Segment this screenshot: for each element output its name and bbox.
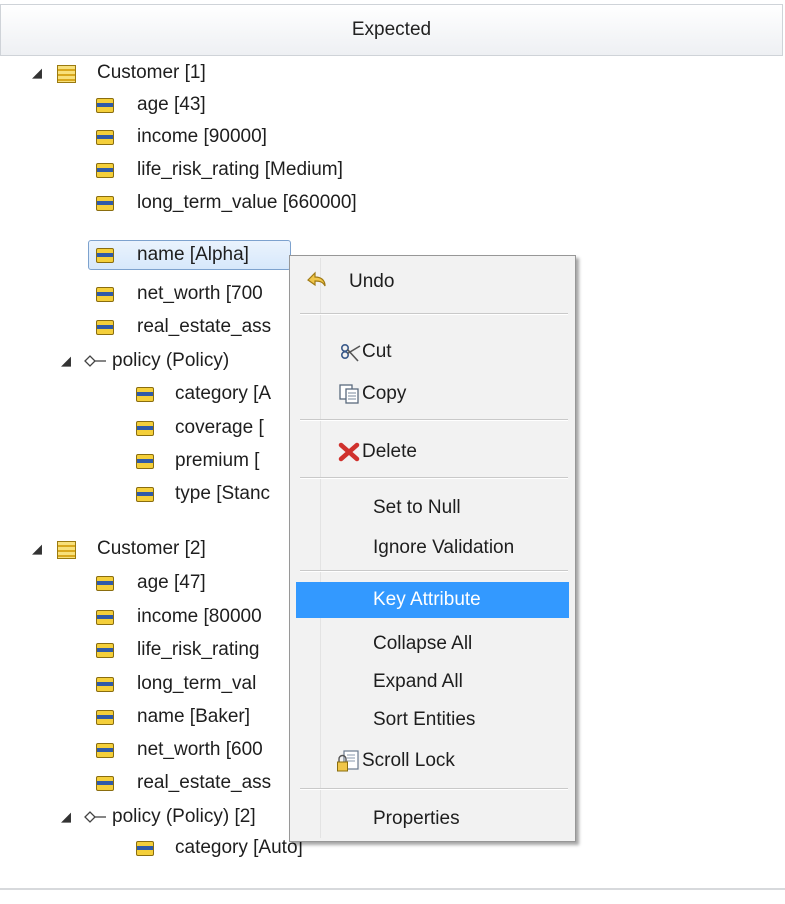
- relationship-icon: [84, 811, 106, 823]
- attribute-icon: [96, 710, 114, 725]
- attribute-label: age [43]: [137, 94, 206, 115]
- attribute-icon: [96, 196, 114, 211]
- menu-item-key-attribute[interactable]: Key Attribute: [296, 582, 569, 618]
- attribute-label: coverage [: [175, 417, 264, 438]
- attribute-label: name [Alpha]: [137, 244, 249, 265]
- attribute-icon: [136, 387, 154, 402]
- scissors-icon: [340, 343, 361, 362]
- attribute-label: category [Auto]: [175, 837, 303, 858]
- attribute-icon: [96, 163, 114, 178]
- attribute-label: life_risk_rating [Medium]: [137, 159, 343, 180]
- attribute-label: real_estate_ass: [137, 772, 272, 793]
- expand-arrow-icon[interactable]: ◢: [30, 533, 44, 565]
- menu-item-label: Copy: [362, 383, 407, 404]
- attribute-icon: [96, 643, 114, 658]
- menu-separator: [300, 570, 568, 572]
- context-menu[interactable]: Undo Cut Copy Delete Set to Null Ignore …: [289, 255, 576, 842]
- menu-item-label: Set to Null: [373, 497, 461, 518]
- attribute-label: net_worth [700: [137, 283, 263, 304]
- menu-item-label: Undo: [349, 271, 395, 292]
- expand-arrow-icon[interactable]: ◢: [59, 801, 73, 833]
- attribute-icon: [96, 98, 114, 113]
- menu-separator: [300, 313, 568, 315]
- entity-icon: [57, 65, 76, 83]
- menu-item-cut[interactable]: Cut: [294, 336, 571, 368]
- attribute-icon: [96, 576, 114, 591]
- menu-item-label: Cut: [362, 341, 392, 362]
- menu-item-label: Collapse All: [373, 633, 473, 654]
- menu-item-label: Ignore Validation: [373, 537, 515, 558]
- attribute-icon: [96, 320, 114, 335]
- tree-node-label: Customer [1]: [97, 62, 206, 83]
- attribute-label: type [Stanc: [175, 483, 271, 504]
- attribute-label: category [A: [175, 383, 272, 404]
- attribute-label: life_risk_rating: [137, 639, 260, 660]
- attribute-icon: [136, 487, 154, 502]
- relationship-label: policy (Policy): [112, 350, 230, 371]
- attribute-icon: [136, 421, 154, 436]
- attribute-label: age [47]: [137, 572, 206, 593]
- attribute-icon: [96, 677, 114, 692]
- menu-item-label: Scroll Lock: [362, 750, 455, 771]
- menu-separator: [300, 788, 568, 790]
- menu-item-sort-entities[interactable]: Sort Entities: [294, 704, 571, 736]
- attribute-label: real_estate_ass: [137, 316, 272, 337]
- expand-arrow-icon[interactable]: ◢: [30, 57, 44, 89]
- menu-item-copy[interactable]: Copy: [294, 378, 571, 410]
- attribute-icon: [96, 776, 114, 791]
- attribute-icon: [96, 743, 114, 758]
- copy-icon: [339, 384, 359, 404]
- relationship-icon: [84, 355, 106, 367]
- menu-item-label: Delete: [362, 441, 417, 462]
- tree-bottom-border: [0, 888, 785, 890]
- attribute-icon: [136, 841, 154, 856]
- attribute-label: premium [: [175, 450, 260, 471]
- menu-item-expand-all[interactable]: Expand All: [294, 666, 571, 698]
- attribute-label: long_term_value [660000]: [137, 192, 357, 213]
- attribute-label: income [80000: [137, 606, 262, 627]
- attribute-icon: [96, 130, 114, 145]
- attribute-icon: [96, 287, 114, 302]
- attribute-label: long_term_val: [137, 673, 257, 694]
- menu-item-set-to-null[interactable]: Set to Null: [294, 492, 571, 524]
- menu-separator: [300, 477, 568, 479]
- attribute-icon: [96, 610, 114, 625]
- menu-item-collapse-all[interactable]: Collapse All: [294, 628, 571, 660]
- entity-icon: [57, 541, 76, 559]
- menu-item-label: Properties: [373, 808, 460, 829]
- scroll-lock-icon: [337, 750, 359, 772]
- menu-item-label: Expand All: [373, 671, 463, 692]
- attribute-label: name [Baker]: [137, 706, 250, 727]
- tree-node-label: Customer [2]: [97, 538, 206, 559]
- menu-item-delete[interactable]: Delete: [294, 436, 571, 468]
- menu-item-ignore-validation[interactable]: Ignore Validation: [294, 532, 571, 564]
- attribute-icon: [96, 248, 114, 263]
- expand-arrow-icon[interactable]: ◢: [59, 345, 73, 377]
- menu-item-label: Sort Entities: [373, 709, 476, 730]
- relationship-label: policy (Policy) [2]: [112, 806, 256, 827]
- attribute-label: net_worth [600: [137, 739, 263, 760]
- attribute-label: income [90000]: [137, 126, 267, 147]
- undo-icon: [307, 271, 326, 287]
- delete-x-icon: [338, 442, 360, 462]
- menu-item-label: Key Attribute: [373, 589, 481, 610]
- menu-separator: [300, 419, 568, 421]
- column-header-expected[interactable]: Expected: [0, 4, 783, 56]
- menu-item-properties[interactable]: Properties: [294, 803, 571, 835]
- menu-item-undo[interactable]: Undo: [294, 266, 571, 298]
- menu-item-scroll-lock[interactable]: Scroll Lock: [294, 745, 571, 777]
- attribute-icon: [136, 454, 154, 469]
